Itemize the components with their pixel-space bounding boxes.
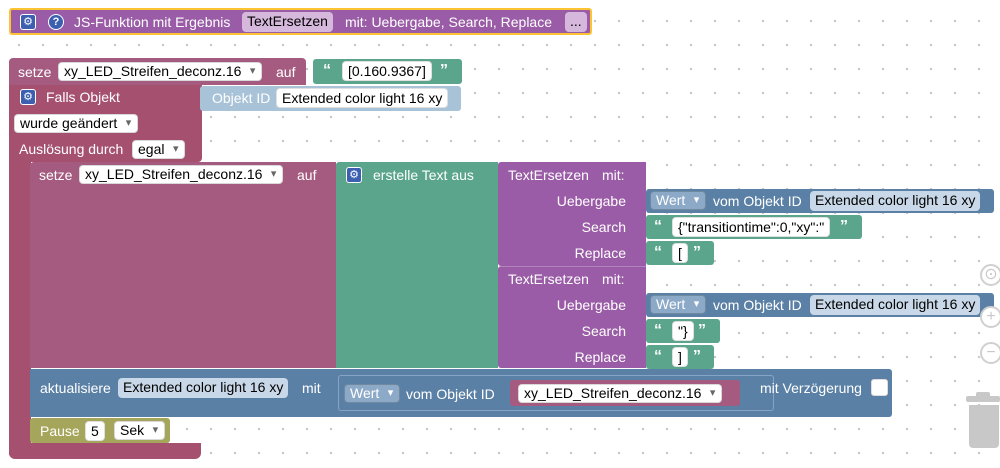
param-uebergabe-label: Uebergabe xyxy=(556,297,626,313)
quote-open-icon: “ xyxy=(323,62,331,79)
quote-open-icon: “ xyxy=(654,244,662,261)
pause-block[interactable]: Pause 5 Sek xyxy=(30,418,170,443)
search-text-field[interactable]: "} xyxy=(672,321,694,341)
get-value-block[interactable]: Wert vom Objekt ID xy_LED_Streifen_decon… xyxy=(338,375,774,411)
variable-getter-block[interactable]: xy_LED_Streifen_deconz.16 xyxy=(510,380,740,406)
procedure-call-block[interactable]: TextErsetzen mit: Uebergabe Search Repla… xyxy=(498,266,646,368)
replace-text-field[interactable]: [ xyxy=(672,243,688,263)
procedure-name: TextErsetzen xyxy=(508,271,589,287)
zoom-out-icon[interactable]: − xyxy=(980,342,1000,364)
quote-close-icon: ” xyxy=(698,322,706,339)
param-replace-label: Replace xyxy=(574,349,626,365)
triggered-by-dropdown[interactable]: egal xyxy=(132,140,186,159)
create-text-label: erstelle Text aus xyxy=(373,167,474,183)
function-more-button[interactable]: ... xyxy=(565,12,587,32)
update-label: aktualisiere xyxy=(40,380,111,396)
auf-label: auf xyxy=(276,64,296,80)
pause-label: Pause xyxy=(40,423,80,439)
update-state-block[interactable]: aktualisiere Extended color light 16 xy … xyxy=(30,369,892,417)
function-name-field[interactable]: TextErsetzen xyxy=(242,12,333,32)
text-literal-block[interactable]: “ [0.160.9367] ” xyxy=(313,59,462,84)
gear-icon[interactable]: ⚙ xyxy=(20,14,36,30)
create-text-block[interactable]: ⚙ erstelle Text aus xyxy=(336,162,498,368)
set-label: setze xyxy=(18,64,52,80)
gear-icon[interactable]: ⚙ xyxy=(20,89,36,105)
gear-icon[interactable]: ⚙ xyxy=(346,167,362,183)
delay-checkbox[interactable] xyxy=(871,379,888,396)
function-label: JS-Funktion mit Ergebnis xyxy=(74,14,231,30)
search-text-block[interactable]: “ {"transitiontime":0,"xy":" ” xyxy=(646,215,862,239)
value-type-dropdown[interactable]: Wert xyxy=(650,295,707,314)
auf-label: auf xyxy=(297,167,317,183)
set-variable-block[interactable]: setze xy_LED_Streifen_deconz.16 auf xyxy=(9,58,306,85)
param-replace-label: Replace xyxy=(574,245,626,261)
function-params-label: mit: Uebergabe, Search, Replace xyxy=(345,14,552,30)
from-object-label: vom Objekt ID xyxy=(713,297,802,313)
replace-text-field[interactable]: ] xyxy=(672,347,688,367)
procedure-name: TextErsetzen xyxy=(508,167,589,183)
from-object-label: vom Objekt ID xyxy=(406,386,495,402)
function-definition-block[interactable]: ⚙ ? JS-Funktion mit Ergebnis TextErsetze… xyxy=(9,8,592,35)
quote-open-icon: “ xyxy=(654,218,662,235)
quote-close-icon: ” xyxy=(440,62,448,79)
zoom-in-icon[interactable]: + xyxy=(980,306,1000,328)
pause-unit-dropdown[interactable]: Sek xyxy=(114,421,166,440)
inner-set-variable-block[interactable]: setze xy_LED_Streifen_deconz.16 auf xyxy=(30,162,336,368)
procedure-mit-label: mit: xyxy=(602,271,625,287)
value-type-dropdown[interactable]: Wert xyxy=(344,384,401,403)
set-label: setze xyxy=(39,167,73,183)
zoom-reset-icon[interactable]: ⊙ xyxy=(980,264,1000,286)
quote-close-icon: ” xyxy=(693,244,701,261)
event-block-bottom xyxy=(9,443,201,459)
object-id-block[interactable]: Objekt ID Extended color light 16 xy xyxy=(200,86,461,111)
update-mit-label: mit xyxy=(302,380,321,396)
variable-dropdown[interactable]: xy_LED_Streifen_deconz.16 xyxy=(58,62,263,81)
get-value-block[interactable]: Wert vom Objekt ID Extended color light … xyxy=(646,189,994,213)
trash-icon[interactable] xyxy=(966,392,1000,448)
update-target-field[interactable]: Extended color light 16 xy xyxy=(118,378,289,398)
object-id-label: Objekt ID xyxy=(212,90,271,106)
search-text-block[interactable]: “ "} ” xyxy=(646,319,720,343)
object-field[interactable]: Extended color light 16 xy xyxy=(810,295,981,315)
replace-text-block[interactable]: “ ] ” xyxy=(646,345,714,369)
procedure-call-block[interactable]: TextErsetzen mit: Uebergabe Search Repla… xyxy=(498,162,646,266)
param-search-label: Search xyxy=(581,219,626,235)
variable-dropdown[interactable]: xy_LED_Streifen_deconz.16 xyxy=(518,384,723,403)
replace-text-block[interactable]: “ [ ” xyxy=(646,241,714,265)
get-value-block[interactable]: Wert vom Objekt ID Extended color light … xyxy=(646,293,994,317)
delay-label: mit Verzögerung xyxy=(760,380,862,396)
object-field[interactable]: Extended color light 16 xy xyxy=(810,191,981,211)
event-block-body xyxy=(9,160,31,455)
search-text-field[interactable]: {"transitiontime":0,"xy":" xyxy=(672,217,831,237)
change-condition-dropdown[interactable]: wurde geändert xyxy=(14,114,139,133)
help-icon[interactable]: ? xyxy=(48,14,64,30)
variable-dropdown[interactable]: xy_LED_Streifen_deconz.16 xyxy=(79,165,284,184)
quote-open-icon: “ xyxy=(654,348,662,365)
quote-close-icon: ” xyxy=(693,348,701,365)
quote-close-icon: ” xyxy=(840,218,848,235)
trigger-label: Falls Objekt xyxy=(46,89,120,105)
pause-value-field[interactable]: 5 xyxy=(85,421,105,441)
procedure-mit-label: mit: xyxy=(602,167,625,183)
triggered-by-label: Auslösung durch xyxy=(19,141,124,157)
param-uebergabe-label: Uebergabe xyxy=(556,193,626,209)
text-value-field[interactable]: [0.160.9367] xyxy=(342,61,432,81)
from-object-label: vom Objekt ID xyxy=(713,193,802,209)
object-id-field[interactable]: Extended color light 16 xy xyxy=(276,88,449,108)
quote-open-icon: “ xyxy=(654,322,662,339)
param-search-label: Search xyxy=(581,323,626,339)
value-type-dropdown[interactable]: Wert xyxy=(650,191,707,210)
